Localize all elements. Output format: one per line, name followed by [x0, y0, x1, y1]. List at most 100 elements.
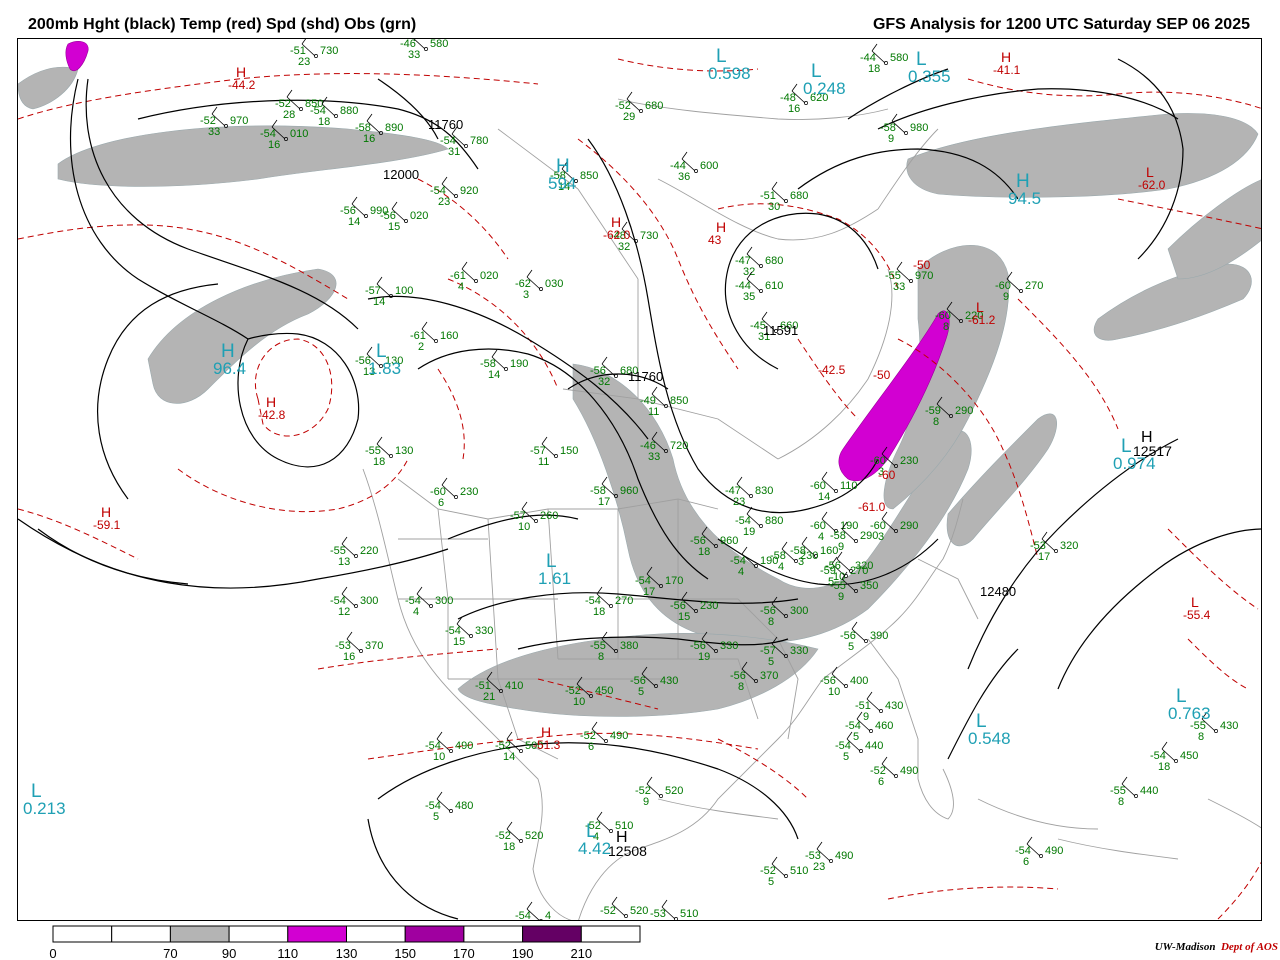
- center-value: 1.61: [538, 569, 571, 588]
- temp-contour: [797, 338, 859, 420]
- obs-height: 850: [580, 170, 598, 182]
- station-obs: -54 33015: [445, 616, 493, 648]
- obs-height: 270: [1025, 280, 1043, 292]
- station-obs: -52 4906: [870, 756, 918, 788]
- obs-height: 920: [460, 185, 478, 197]
- obs-height: 960: [720, 535, 738, 547]
- wind-barb: [736, 476, 743, 485]
- legend-swatch: [463, 925, 524, 943]
- station-obs: -54 3004: [405, 586, 453, 618]
- high-center: H-44.2: [228, 64, 256, 92]
- obs-speed: 8: [943, 321, 949, 333]
- map-canvas: -52 85028 -54 88018-52 97033-46 58033-51 73023…: [18, 39, 1261, 920]
- obs-speed: 17: [643, 586, 655, 598]
- obs-height: 960: [620, 485, 638, 497]
- center-value: 0.548: [968, 729, 1011, 748]
- obs-speed: 5: [848, 641, 854, 653]
- obs-speed: 8: [1118, 796, 1124, 808]
- station-obs: -52 68029: [615, 91, 663, 123]
- station-obs: -53 32017: [1030, 531, 1078, 563]
- obs-speed: 23: [733, 496, 745, 508]
- obs-speed: 23: [438, 196, 450, 208]
- legend-tick: 110: [277, 946, 298, 960]
- center-value: 43: [708, 233, 722, 247]
- wind-barb: [391, 201, 398, 210]
- center-value: 0.355: [908, 67, 951, 86]
- obs-height: 680: [790, 190, 808, 202]
- speed-shade-70-90: [1167, 179, 1261, 280]
- obs-height: 410: [505, 680, 523, 692]
- obs-speed: 5: [843, 751, 849, 763]
- obs-height: 230: [800, 550, 818, 562]
- obs-height: 160: [440, 330, 458, 342]
- obs-height: 300: [435, 595, 453, 607]
- center-value: -61.2: [968, 313, 996, 327]
- obs-height: 230: [460, 486, 478, 498]
- obs-height: 300: [360, 595, 378, 607]
- center-value: -42.8: [258, 408, 286, 422]
- wind-barb: [856, 711, 863, 720]
- obs-height: 970: [230, 115, 248, 127]
- obs-speed: 5: [433, 811, 439, 823]
- obs-speed: 18: [318, 116, 330, 128]
- low-center: L0.763: [1168, 686, 1211, 723]
- obs-height: 460: [875, 720, 893, 732]
- obs-speed: 17: [1038, 551, 1050, 563]
- speed-shade-70-90: [1093, 263, 1252, 341]
- wind-barb: [816, 841, 823, 850]
- obs-speed: 29: [623, 111, 635, 123]
- obs-speed: 5: [768, 876, 774, 888]
- obs-speed: 4: [413, 606, 419, 618]
- wind-barb: [891, 113, 898, 122]
- legend-tick: 130: [336, 946, 358, 960]
- obs-speed: 4: [778, 561, 784, 573]
- obs-speed: 21: [483, 691, 495, 703]
- obs-height: 440: [865, 740, 883, 752]
- wind-barb: [741, 546, 748, 555]
- obs-speed: 4: [738, 566, 744, 578]
- station-obs: -47 83023: [725, 476, 773, 508]
- wind-barb: [376, 276, 383, 285]
- obs-height: 020: [480, 270, 498, 282]
- obs-speed: 16: [268, 139, 280, 151]
- geo-border: [977, 798, 1099, 830]
- wind-barb: [491, 349, 498, 358]
- obs-speed: 36: [678, 171, 690, 183]
- station-obs: -47 68032: [735, 246, 783, 278]
- obs-height: 350: [860, 580, 878, 592]
- obs-speed: 33: [648, 451, 660, 463]
- legend-tick: 150: [394, 946, 416, 960]
- obs-speed: 33: [893, 281, 905, 293]
- obs-speed: 14: [503, 751, 515, 763]
- center-value: -55.4: [1183, 608, 1211, 622]
- temp-contour: [1187, 638, 1249, 690]
- obs-height: 490: [900, 765, 918, 777]
- wind-barb: [646, 776, 653, 785]
- obs-height: 230: [700, 600, 718, 612]
- obs-speed: 10: [828, 686, 840, 698]
- obs-height: 510: [680, 908, 698, 920]
- legend-tick: 90: [222, 946, 236, 960]
- wind-barb: [341, 536, 348, 545]
- temp-contour-label: -61.0: [858, 500, 886, 514]
- low-center: L4.42: [578, 821, 611, 858]
- obs-speed: 32: [618, 241, 630, 253]
- high-center: H594: [548, 156, 576, 193]
- temp-contour: [1217, 861, 1261, 920]
- obs-height: 020: [410, 210, 428, 222]
- station-obs: -58 9809: [880, 113, 928, 145]
- obs-temperature: -52: [600, 905, 616, 917]
- obs-temperature: -53: [650, 908, 666, 920]
- obs-speed: 18: [373, 456, 385, 468]
- obs-speed: 2: [418, 341, 424, 353]
- obs-speed: 23: [298, 56, 310, 68]
- station-obs: -52 4906: [580, 721, 628, 753]
- station-obs: -44 58018: [860, 43, 908, 75]
- geo-border: [657, 798, 779, 820]
- wind-barb: [801, 536, 808, 545]
- obs-height: 720: [670, 440, 688, 452]
- obs-height: 440: [1140, 785, 1158, 797]
- analysis-timestamp: GFS Analysis for 1200 UTC Saturday SEP 0…: [872, 16, 1250, 33]
- high-center: H-41.1: [993, 49, 1021, 77]
- wind-barb: [596, 811, 603, 820]
